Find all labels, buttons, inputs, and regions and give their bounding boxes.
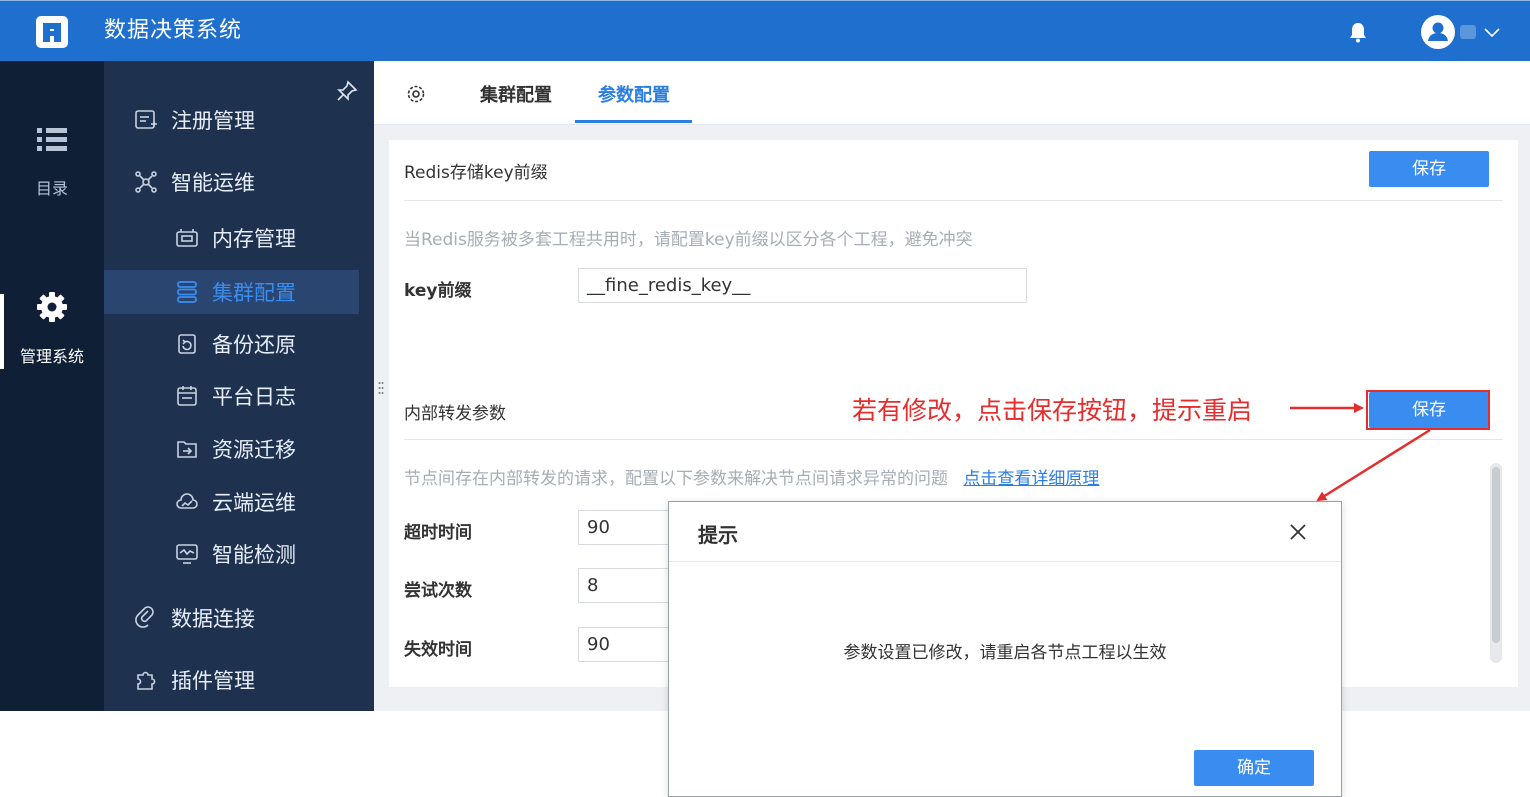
dialog-header: 提示: [669, 502, 1341, 562]
dialog-title: 提示: [698, 523, 738, 547]
close-icon[interactable]: [1288, 522, 1308, 542]
confirm-button[interactable]: 确定: [1194, 750, 1314, 786]
restart-dialog: 提示 参数设置已修改，请重启各节点工程以生效 确定: [668, 501, 1342, 797]
dialog-message: 参数设置已修改，请重启各节点工程以生效: [843, 643, 1167, 663]
arrow-to-dialog: [1316, 428, 1431, 502]
